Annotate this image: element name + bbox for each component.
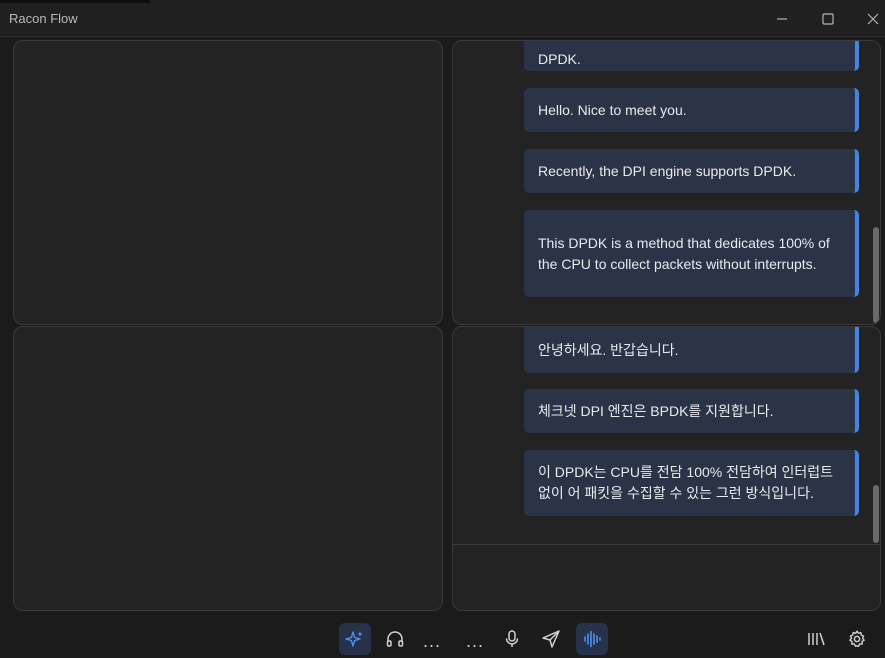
settings-button[interactable] bbox=[841, 623, 873, 655]
more-button[interactable]: ... bbox=[459, 623, 491, 655]
message-bubble: This DPDK is a method that dedicates 100… bbox=[524, 210, 859, 297]
ai-assist-button[interactable] bbox=[339, 623, 371, 655]
title-bar[interactable]: Racon Flow bbox=[0, 0, 885, 37]
message-text: DPDK. bbox=[538, 50, 581, 67]
video-panel-top-left bbox=[13, 40, 443, 325]
message-list[interactable]: DPDK. Hello. Nice to meet you. Recently,… bbox=[453, 41, 880, 324]
scroll-thumb[interactable] bbox=[873, 227, 879, 323]
headphones-icon bbox=[386, 631, 404, 647]
minimize-icon bbox=[777, 18, 787, 20]
message-text: 이 DPDK는 CPU를 전담 100% 전담하여 인터럽트 없이 어 패킷을 … bbox=[538, 464, 834, 501]
more-icon: ... bbox=[465, 631, 484, 651]
close-icon bbox=[867, 13, 879, 25]
input-divider bbox=[453, 544, 880, 545]
chat-panel-english[interactable]: DPDK. Hello. Nice to meet you. Recently,… bbox=[452, 40, 881, 325]
message-bubble: DPDK. bbox=[524, 41, 859, 71]
send-icon bbox=[542, 630, 560, 648]
send-button[interactable] bbox=[535, 623, 567, 655]
scrollbar[interactable] bbox=[872, 41, 880, 324]
headphones-button[interactable] bbox=[379, 623, 411, 655]
message-text: 안녕하세요. 반갑습니다. bbox=[538, 341, 679, 358]
gear-icon bbox=[849, 630, 865, 647]
window-title: Racon Flow bbox=[9, 11, 78, 26]
message-text: This DPDK is a method that dedicates 100… bbox=[538, 234, 830, 272]
microphone-icon bbox=[505, 630, 519, 647]
message-bubble: 안녕하세요. 반갑습니다. bbox=[524, 327, 859, 373]
scroll-thumb[interactable] bbox=[873, 485, 879, 543]
maximize-icon bbox=[822, 13, 834, 25]
minimize-button[interactable] bbox=[768, 6, 796, 32]
library-icon bbox=[808, 632, 825, 646]
chat-panel-korean[interactable]: 안녕하세요. 반갑습니다. 체크넷 DPI 엔진은 BPDK를 지원합니다. 이… bbox=[452, 326, 881, 611]
voice-wave-button[interactable] bbox=[576, 623, 608, 655]
message-text: 체크넷 DPI 엔진은 BPDK를 지원합니다. bbox=[538, 402, 774, 419]
message-bubble: 이 DPDK는 CPU를 전담 100% 전담하여 인터럽트 없이 어 패킷을 … bbox=[524, 450, 859, 516]
close-button[interactable] bbox=[859, 6, 885, 32]
message-list[interactable]: 안녕하세요. 반갑습니다. 체크넷 DPI 엔진은 BPDK를 지원합니다. 이… bbox=[453, 327, 880, 542]
sparkle-icon bbox=[345, 631, 363, 647]
bottom-toolbar: ... ... bbox=[0, 618, 885, 658]
more-button[interactable]: ... bbox=[416, 623, 448, 655]
more-icon: ... bbox=[422, 631, 441, 651]
app-window: Racon Flow DPDK. Hello. Nice to meet you… bbox=[0, 0, 885, 658]
scrollbar[interactable] bbox=[872, 327, 880, 543]
message-text: Hello. Nice to meet you. bbox=[538, 101, 687, 118]
microphone-button[interactable] bbox=[496, 623, 528, 655]
maximize-button[interactable] bbox=[814, 6, 842, 32]
video-panel-bottom-left bbox=[13, 326, 443, 611]
message-text: Recently, the DPI engine supports DPDK. bbox=[538, 162, 797, 179]
audio-wave-icon bbox=[584, 630, 601, 648]
message-bubble: Hello. Nice to meet you. bbox=[524, 88, 859, 132]
library-button[interactable] bbox=[800, 623, 832, 655]
message-bubble: 체크넷 DPI 엔진은 BPDK를 지원합니다. bbox=[524, 389, 859, 433]
message-bubble: Recently, the DPI engine supports DPDK. bbox=[524, 149, 859, 193]
